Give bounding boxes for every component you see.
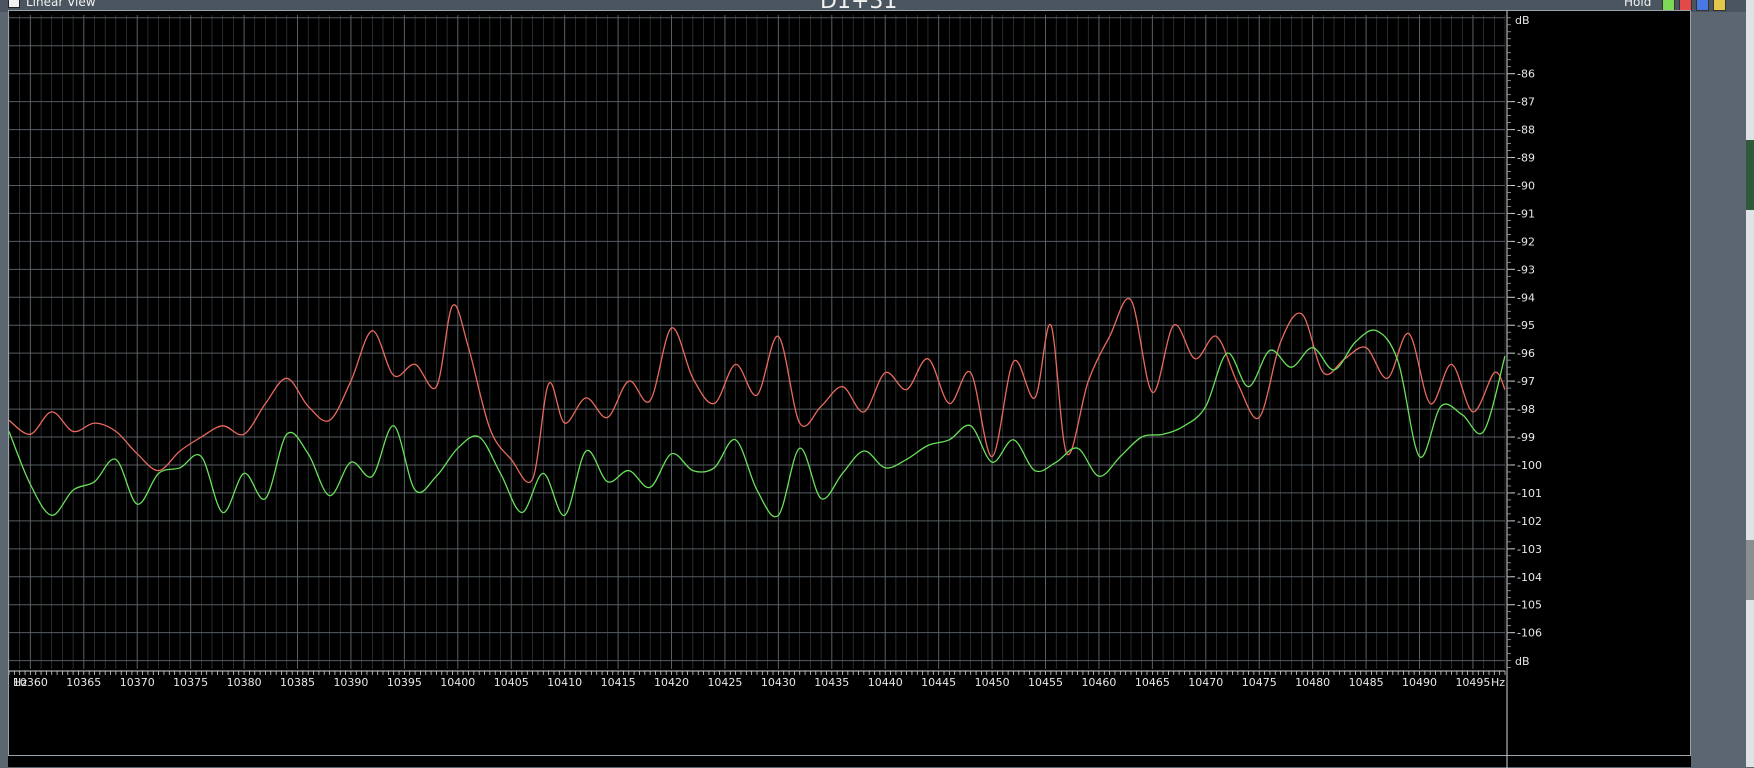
x-tick-label: 10450 bbox=[975, 676, 1010, 689]
hold-label: Hold bbox=[1624, 0, 1652, 9]
hold-yellow-button[interactable] bbox=[1713, 0, 1726, 11]
x-tick-label: 10375 bbox=[173, 676, 208, 689]
y-tick-label: -97 bbox=[1517, 375, 1535, 388]
y-unit-label-bottom: dB bbox=[1515, 655, 1530, 668]
y-tick-label: -90 bbox=[1517, 179, 1535, 192]
y-tick-label: -105 bbox=[1517, 599, 1542, 612]
x-tick-label: 10405 bbox=[494, 676, 529, 689]
y-tick-label: -93 bbox=[1517, 263, 1535, 276]
y-tick-label: -101 bbox=[1517, 487, 1542, 500]
spectrum-chart-svg: -86 -87 -88 -89 -90 -91 -92 -93 -94 -95 -96 -97 -98 -… bbox=[9, 11, 1542, 768]
x-tick-label: 10435 bbox=[814, 676, 849, 689]
x-unit-label-right: Hz bbox=[1491, 676, 1505, 689]
y-tick-label: -96 bbox=[1517, 347, 1535, 360]
x-tick-label: 10365 bbox=[66, 676, 101, 689]
y-tick-label: -94 bbox=[1517, 291, 1535, 304]
x-tick-label: 10480 bbox=[1295, 676, 1330, 689]
x-tick-label: 10455 bbox=[1028, 676, 1063, 689]
linear-view-label: Linear View bbox=[26, 0, 96, 9]
y-tick-label: -92 bbox=[1517, 235, 1535, 248]
y-tick-label: -99 bbox=[1517, 431, 1535, 444]
y-tick-label: -87 bbox=[1517, 96, 1535, 109]
y-tick-label: -102 bbox=[1517, 515, 1542, 528]
spectrum-plot[interactable]: -86 -87 -88 -89 -90 -91 -92 -93 -94 -95 -96 -97 -98 -… bbox=[8, 10, 1691, 768]
x-tick-label: 10395 bbox=[387, 676, 422, 689]
x-tick-label: 10380 bbox=[227, 676, 262, 689]
y-tick-label: -100 bbox=[1517, 459, 1542, 472]
x-tick-label: 10470 bbox=[1188, 676, 1223, 689]
x-tick-label: 10445 bbox=[921, 676, 956, 689]
x-tick-label: 10440 bbox=[868, 676, 903, 689]
waveform-thumbnail-top bbox=[1746, 140, 1754, 210]
y-tick-label: -91 bbox=[1517, 207, 1535, 220]
x-tick-label: 10370 bbox=[120, 676, 155, 689]
x-unit-label-left: Hz bbox=[13, 676, 27, 689]
y-tick-label: -98 bbox=[1517, 403, 1535, 416]
right-sidebar bbox=[1746, 0, 1754, 767]
x-tick-label: 10415 bbox=[601, 676, 636, 689]
y-tick-label: -89 bbox=[1517, 152, 1535, 165]
y-tick-label: -88 bbox=[1517, 124, 1535, 137]
y-tick-label: -95 bbox=[1517, 319, 1535, 332]
x-tick-label: 10420 bbox=[654, 676, 689, 689]
x-tick-label: 10485 bbox=[1349, 676, 1384, 689]
y-tick-label: -103 bbox=[1517, 543, 1542, 556]
x-tick-label: 10430 bbox=[761, 676, 796, 689]
x-tick-label: 10460 bbox=[1081, 676, 1116, 689]
x-tick-label: 10390 bbox=[333, 676, 368, 689]
y-tick-label: -106 bbox=[1517, 627, 1542, 640]
x-tick-label: 10425 bbox=[707, 676, 742, 689]
x-tick-label: 10475 bbox=[1242, 676, 1277, 689]
waveform-thumbnail-bottom bbox=[1746, 540, 1754, 600]
y-tick-label: -86 bbox=[1517, 68, 1535, 81]
linear-view-checkbox[interactable] bbox=[8, 0, 20, 8]
x-tick-label: 10410 bbox=[547, 676, 582, 689]
y-unit-label-top: dB bbox=[1515, 14, 1530, 27]
hold-blue-button[interactable] bbox=[1696, 0, 1709, 11]
y-tick-label: -104 bbox=[1517, 571, 1542, 584]
x-tick-label: 10400 bbox=[440, 676, 475, 689]
x-tick-label: 10465 bbox=[1135, 676, 1170, 689]
x-tick-label: 10490 bbox=[1402, 676, 1437, 689]
x-tick-label: 10385 bbox=[280, 676, 315, 689]
x-tick-label: 10495 bbox=[1455, 676, 1490, 689]
